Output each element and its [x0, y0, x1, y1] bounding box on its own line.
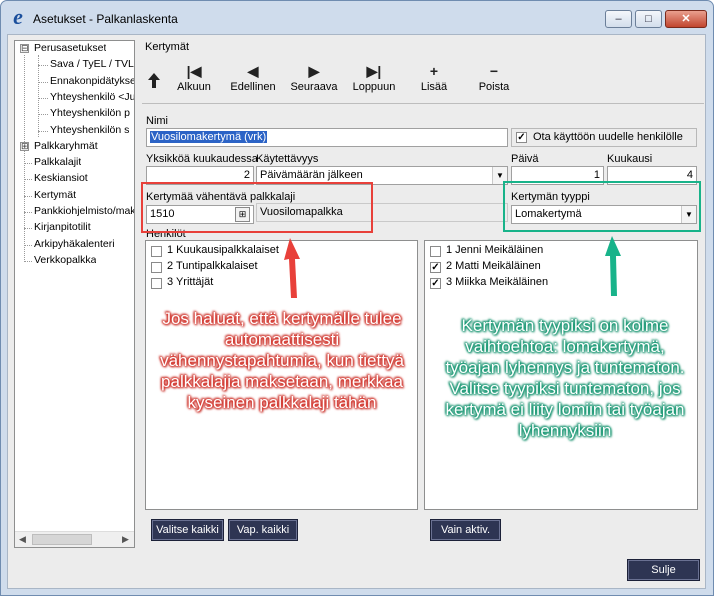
clear-all-button[interactable]: Vap. kaikki: [228, 519, 298, 541]
next-record-icon: ▶: [308, 63, 320, 79]
toolbar-button-label: Poista: [478, 81, 510, 93]
minimize-button[interactable]: –: [605, 10, 632, 28]
list-item-checkbox[interactable]: ✓: [430, 262, 441, 273]
remove-icon: −: [489, 63, 499, 79]
close-button[interactable]: Sulje: [627, 559, 700, 581]
usability-label: Käytettävyys: [256, 153, 319, 165]
toolbar-first-record-button[interactable]: |◀ Alkuun: [164, 61, 224, 93]
usability-value: Päivämäärän jälkeen: [260, 169, 363, 181]
scroll-left-icon[interactable]: ◀: [19, 534, 26, 545]
toolbar-divider: [142, 103, 704, 104]
tree-connector: [24, 163, 32, 164]
list-item[interactable]: 3 Yrittäjät: [167, 276, 213, 288]
title-bar[interactable]: e Asetukset - Palkanlaskenta – □ ✕: [1, 1, 713, 35]
up-arrow-icon[interactable]: [146, 72, 162, 90]
tree-connector: [38, 55, 39, 137]
tree-horizontal-scrollbar[interactable]: ◀ ▶: [15, 531, 134, 547]
toolbar-next-record-button[interactable]: ▶ Seuraava: [284, 61, 344, 93]
list-item[interactable]: 1 Jenni Meikäläinen: [446, 244, 543, 256]
tree-connector: [24, 261, 32, 262]
list-item-checkbox[interactable]: [151, 246, 162, 257]
tree-connector: [24, 55, 25, 260]
tree-item[interactable]: Yhteyshenkilön p: [50, 106, 130, 120]
select-all-button[interactable]: Valitse kaikki: [151, 519, 224, 541]
toolbar-button-label: Seuraava: [290, 81, 338, 93]
teal-annotation-text: Kertymän tyypiksi on kolme vaihtoehtoa: …: [445, 316, 685, 440]
tree-item[interactable]: Sava / TyEL / TVL: [50, 57, 134, 71]
scroll-right-icon[interactable]: ▶: [122, 534, 129, 545]
list-item[interactable]: 3 Miikka Meikäläinen: [446, 276, 548, 288]
red-highlight-box: [141, 182, 373, 233]
use-for-new-person-label: Ota käyttöön uudelle henkilölle: [533, 131, 683, 143]
tree-connector: [38, 98, 48, 99]
toolbar-button-label: Alkuun: [177, 81, 211, 93]
add-icon: +: [429, 63, 439, 79]
tree-connector: [38, 82, 48, 83]
tree-connector: [24, 196, 32, 197]
tree-item[interactable]: Yhteyshenkilö <Ju: [50, 90, 134, 104]
previous-record-icon: ◀: [247, 63, 259, 79]
list-item[interactable]: 1 Kuukausipalkkalaiset: [167, 244, 279, 256]
only-active-button[interactable]: Vain aktiv.: [430, 519, 501, 541]
tree-expander-icon[interactable]: ⊞: [20, 142, 29, 151]
list-item[interactable]: 2 Matti Meikäläinen: [446, 260, 541, 272]
tree-expander-icon[interactable]: ⊟: [20, 44, 29, 53]
units-per-month-label: Yksikköä kuukaudessa: [146, 153, 258, 165]
tree-item[interactable]: Perusasetukset: [34, 41, 106, 55]
tree-item[interactable]: Palkkalajit: [34, 155, 81, 169]
tree-item[interactable]: Pankkiohjelmisto/mak: [34, 204, 134, 218]
teal-highlight-box: [503, 181, 701, 232]
tree-connector: [38, 114, 48, 115]
month-label: Kuukausi: [607, 153, 653, 165]
tree-connector: [24, 245, 32, 246]
tree-connector: [38, 65, 48, 66]
tree-item[interactable]: Keskiansiot: [34, 171, 88, 185]
list-item-checkbox[interactable]: [151, 262, 162, 273]
list-item-checkbox[interactable]: [151, 278, 162, 289]
tree-item[interactable]: Verkkopalkka: [34, 253, 96, 267]
tree-item[interactable]: Ennakonpidätykse: [50, 74, 134, 88]
list-item[interactable]: 2 Tuntipalkkalaiset: [167, 260, 258, 272]
name-value: Vuosilomakertymä (vrk): [150, 131, 268, 143]
scrollbar-thumb[interactable]: [32, 534, 92, 545]
list-item-checkbox[interactable]: [430, 246, 441, 257]
section-title: Kertymät: [145, 41, 190, 53]
tree-connector: [24, 179, 32, 180]
day-label: Päivä: [511, 153, 539, 165]
tree-item[interactable]: Kertymät: [34, 188, 76, 202]
toolbar-button-label: Lisää: [420, 81, 448, 93]
window-title: Asetukset - Palkanlaskenta: [33, 12, 178, 26]
maximize-button[interactable]: □: [635, 10, 662, 28]
app-logo-icon: e: [13, 4, 23, 29]
toolbar-previous-record-button[interactable]: ◀ Edellinen: [223, 61, 283, 93]
tree-connector: [24, 228, 32, 229]
use-for-new-person-checkbox[interactable]: ✓: [516, 132, 527, 143]
tree-connector: [24, 212, 32, 213]
tree-item[interactable]: Arkipyhäkalenteri: [34, 237, 115, 251]
toolbar-remove-button[interactable]: − Poista: [464, 61, 524, 93]
close-window-button[interactable]: ✕: [665, 10, 707, 28]
toolbar-add-button[interactable]: + Lisää: [404, 61, 464, 93]
tree-item[interactable]: Palkkaryhmät: [34, 139, 98, 153]
toolbar-button-label: Loppuun: [352, 81, 396, 93]
tree-item[interactable]: Kirjanpitotilit: [34, 220, 91, 234]
name-input[interactable]: Vuosilomakertymä (vrk): [146, 128, 508, 147]
red-annotation-text: Jos haluat, että kertymälle tulee automa…: [160, 309, 404, 412]
tree-connector: [38, 131, 48, 132]
toolbar-button-label: Edellinen: [230, 81, 276, 93]
first-record-icon: |◀: [186, 63, 202, 79]
toolbar-last-record-button[interactable]: ▶| Loppuun: [344, 61, 404, 93]
name-label: Nimi: [146, 115, 168, 127]
use-for-new-person-option[interactable]: ✓ Ota käyttöön uudelle henkilölle: [511, 128, 697, 147]
list-item-checkbox[interactable]: ✓: [430, 278, 441, 289]
tree-item[interactable]: Yhteyshenkilön s: [50, 123, 129, 137]
last-record-icon: ▶|: [366, 63, 382, 79]
